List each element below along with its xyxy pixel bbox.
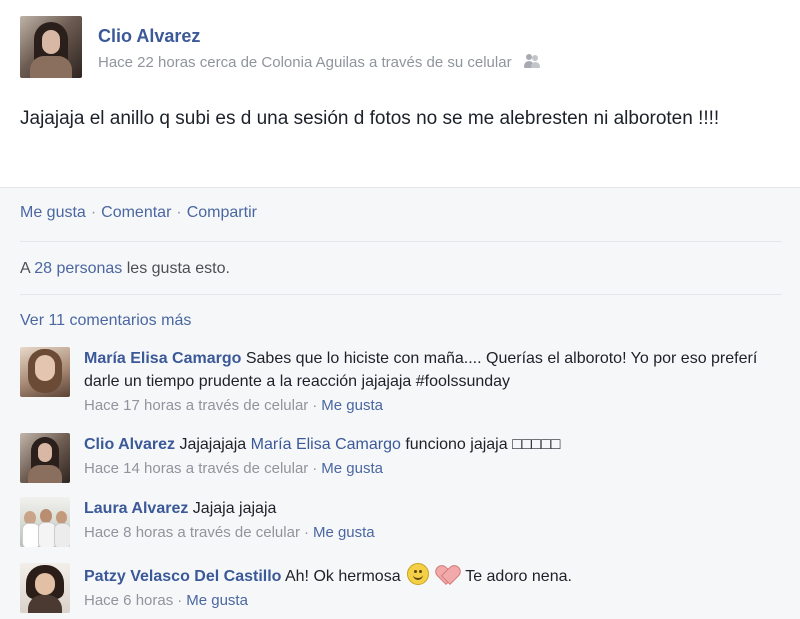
post-text: Jajajaja el anillo q subi es d una sesió…	[20, 108, 720, 129]
comment-item: María Elisa Camargo Sabes que lo hiciste…	[20, 347, 780, 419]
likes-prefix: A	[20, 260, 35, 277]
heart-icon	[437, 566, 457, 584]
post-header: Clio Alvarez Hace 22 horas cerca de Colo…	[20, 16, 780, 82]
comment-meta: Hace 6 horas · Me gusta	[84, 592, 248, 609]
commenter-avatar[interactable]	[20, 347, 70, 397]
comment-item: Clio Alvarez Jajajajaja María Elisa Cama…	[20, 433, 780, 485]
mention-link[interactable]: María Elisa Camargo	[251, 436, 401, 453]
share-button[interactable]: Compartir	[187, 204, 257, 221]
likes-suffix: les gusta esto.	[122, 260, 230, 277]
post-meta: Hace 22 horas cerca de Colonia Aguilas a…	[98, 54, 540, 71]
view-more-comments-link[interactable]: Ver 11 comentarios más	[20, 312, 191, 330]
comment-text: Jajajajaja	[175, 436, 251, 453]
comment-like-button[interactable]: Me gusta	[186, 592, 248, 609]
comment-meta: Hace 14 horas a través de celular · Me gus…	[84, 460, 383, 477]
comment-text: funciono jajaja □□□□□	[400, 436, 561, 453]
comment-time: Hace 17 horas a través de celular	[84, 397, 309, 414]
comment-like-button[interactable]: Me gusta	[313, 524, 375, 541]
comment-button[interactable]: Comentar	[101, 204, 171, 221]
likes-count-link[interactable]: 28 personas	[34, 260, 122, 277]
comment-item: Patzy Velasco Del Castillo Ah! Ok hermos…	[20, 563, 780, 615]
commenter-name[interactable]: Patzy Velasco Del Castillo	[84, 568, 281, 585]
comment-time: Hace 8 horas a través de celular	[84, 524, 300, 541]
comment-time: Hace 14 horas a través de celular	[84, 460, 309, 477]
author-name[interactable]: Clio Alvarez	[98, 26, 200, 47]
commenter-name[interactable]: María Elisa Camargo	[84, 350, 241, 367]
post-meta-text: Hace 22 horas cerca de Colonia Aguilas a…	[98, 54, 512, 71]
comment-meta: Hace 8 horas a través de celular · Me gust…	[84, 524, 375, 541]
comment-body: Patzy Velasco Del Castillo Ah! Ok hermos…	[84, 563, 780, 612]
smiley-icon	[407, 563, 430, 585]
commenter-avatar[interactable]	[20, 497, 70, 547]
divider	[20, 241, 782, 242]
likes-summary: A 28 personas les gusta esto.	[20, 260, 230, 278]
comment-text: Te adoro nena.	[461, 568, 572, 585]
comment-meta: Hace 17 horas a través de celular · Me gus…	[84, 397, 383, 414]
comment-body: Clio Alvarez Jajajajaja María Elisa Cama…	[84, 433, 780, 480]
separator: ·	[176, 204, 182, 221]
comment-like-button[interactable]: Me gusta	[321, 460, 383, 477]
comment-time: Hace 6 horas	[84, 592, 174, 609]
comment-text: Jajaja jajaja	[188, 500, 277, 517]
comment-text: Ah! Ok hermosa	[281, 568, 406, 585]
separator: ·	[90, 204, 97, 221]
commenter-avatar[interactable]	[20, 433, 70, 483]
post-card: Clio Alvarez Hace 22 horas cerca de Colo…	[0, 0, 800, 619]
friends-icon[interactable]	[523, 54, 540, 68]
commenter-name[interactable]: Clio Alvarez	[84, 436, 175, 453]
divider	[20, 294, 782, 295]
comment-body: María Elisa Camargo Sabes que lo hiciste…	[84, 347, 780, 417]
commenter-name[interactable]: Laura Alvarez	[84, 500, 188, 517]
comment-body: Laura Alvarez Jajaja jajaja Hace 8 horas…	[84, 497, 780, 544]
comment-like-button[interactable]: Me gusta	[321, 397, 383, 414]
like-button[interactable]: Me gusta	[20, 204, 86, 221]
author-avatar[interactable]	[20, 16, 82, 78]
post-actions: Me gusta · Comentar · Compartir	[20, 204, 257, 222]
commenter-avatar[interactable]	[20, 563, 70, 613]
comment-item: Laura Alvarez Jajaja jajaja Hace 8 horas…	[20, 497, 780, 549]
